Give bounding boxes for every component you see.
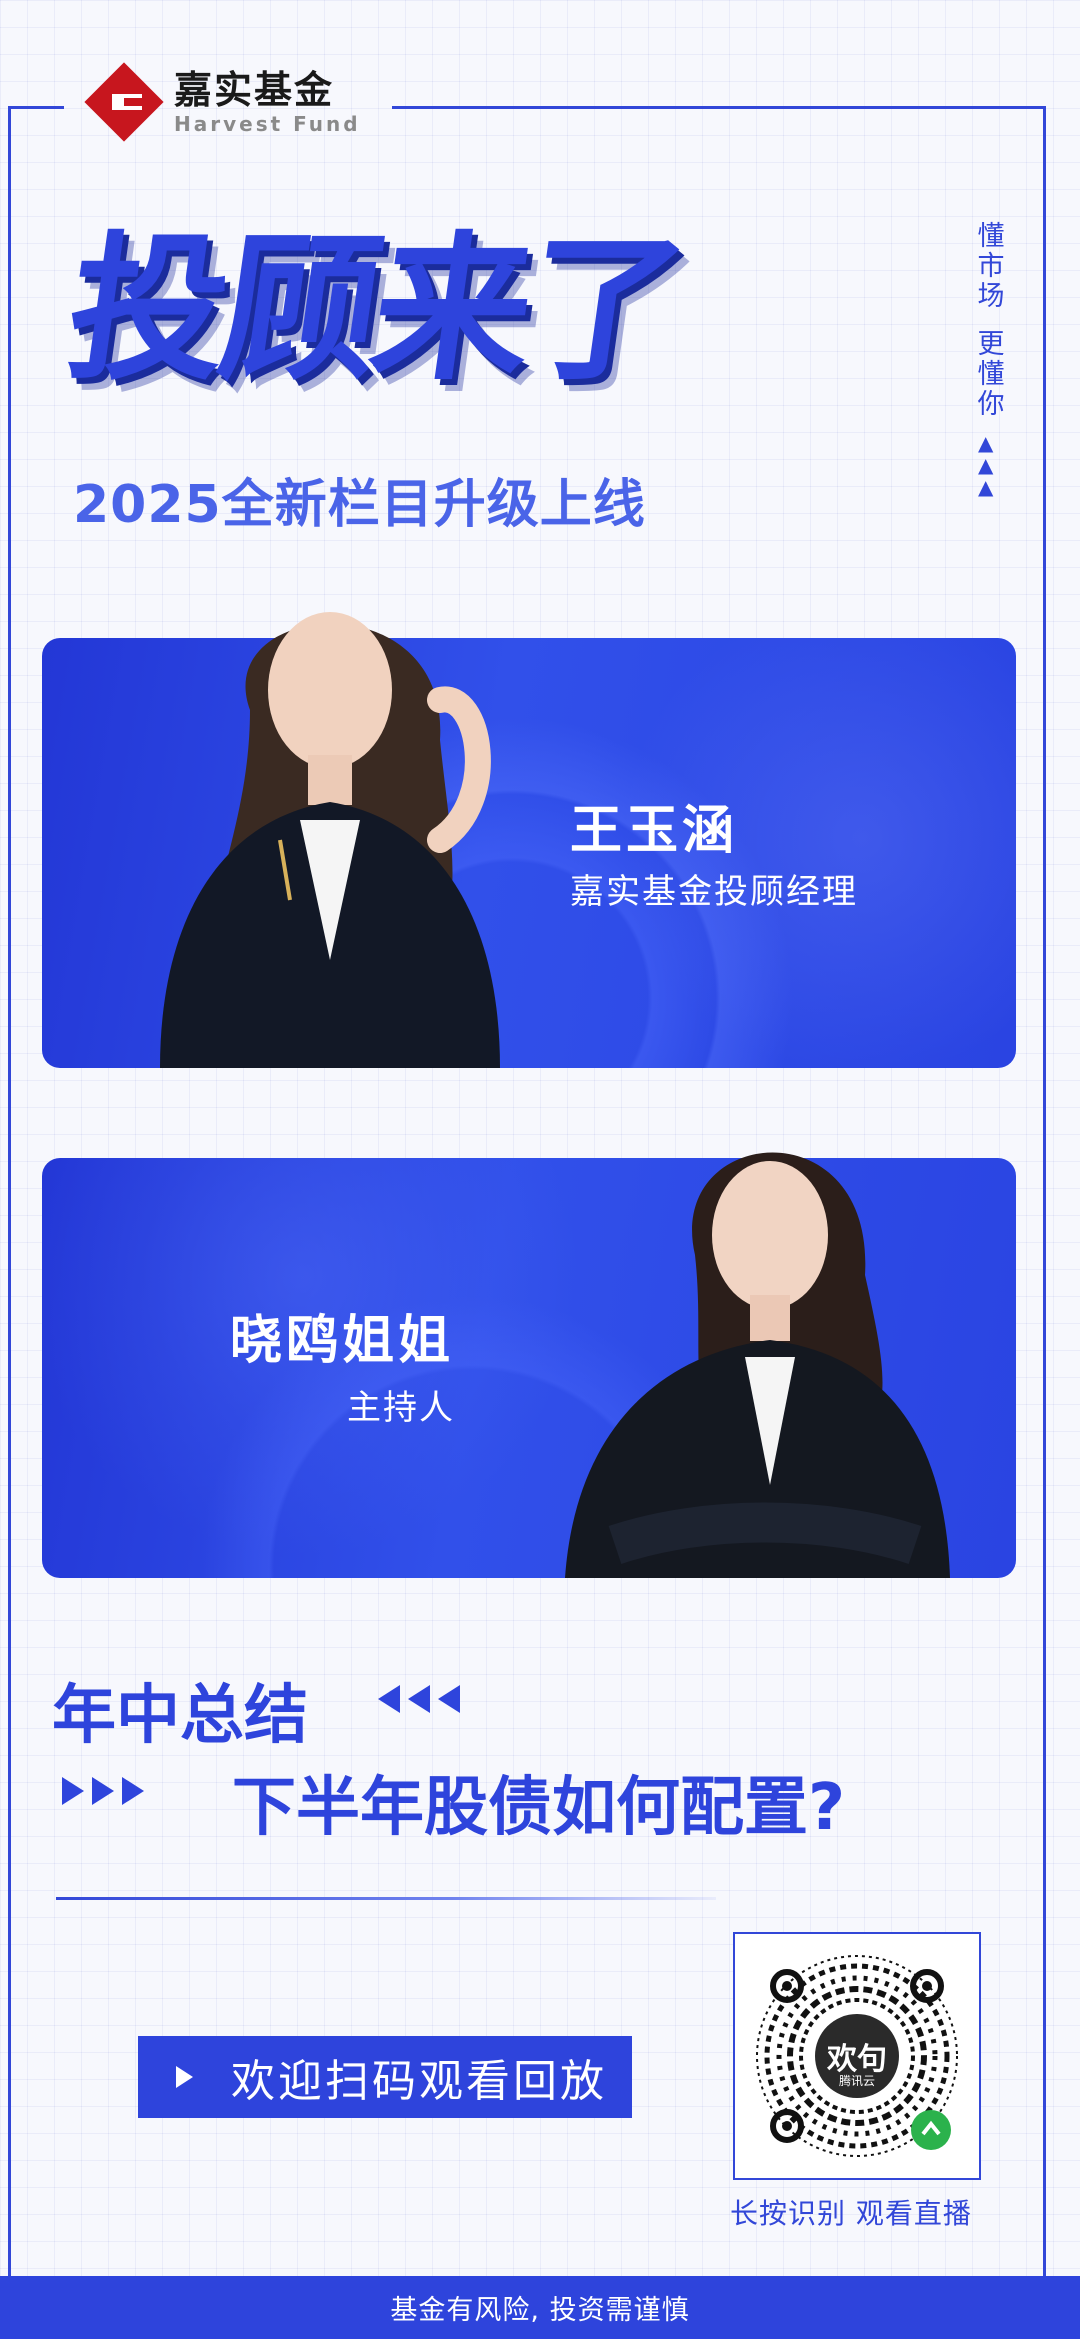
mini-program-qr-code[interactable]: 欢句 腾讯云 <box>733 1932 981 2180</box>
host-role: 主持人 <box>347 1388 455 1428</box>
hero-title: 投顾来了 <box>57 218 691 402</box>
side-slogan: 懂 市 场 更 懂 你 <box>973 222 1009 420</box>
qr-caption: 长按识别 观看直播 <box>730 2197 972 2230</box>
harvest-logo-icon <box>84 62 164 142</box>
hero-subtitle: 2025全新栏目升级上线 <box>73 475 646 535</box>
risk-disclaimer: 基金有风险, 投资需谨慎 <box>390 2295 690 2326</box>
slogan-char: 场 <box>977 281 1005 312</box>
slogan-char: 懂 <box>977 221 1005 252</box>
cta-label: 欢迎扫码观看回放 <box>231 2056 607 2107</box>
risk-disclaimer-bar: 基金有风险, 投资需谨慎 <box>0 2276 1080 2339</box>
topic-summary: 年中总结 <box>52 1679 308 1753</box>
host-name: 晓鸥姐姐 <box>230 1311 455 1371</box>
brand-name-cn: 嘉实基金 <box>174 68 335 112</box>
frame-line <box>8 106 64 109</box>
guest-role: 嘉实基金投顾经理 <box>570 872 858 912</box>
frame-line <box>1043 106 1046 2276</box>
qr-center-sub: 腾讯云 <box>838 2074 875 2088</box>
slogan-char: 更 <box>977 329 1005 360</box>
frame-line <box>8 106 11 2276</box>
play-icon <box>176 2066 193 2088</box>
topic-allocation: 下半年股债如何配置? <box>232 1771 846 1845</box>
guest-portrait <box>160 612 500 1068</box>
brand-name-en: Harvest Fund <box>174 112 361 136</box>
slogan-char: 你 <box>977 389 1005 420</box>
slogan-char: 懂 <box>977 359 1005 390</box>
host-portrait <box>565 1152 950 1578</box>
brand-logo: 嘉实基金 Harvest Fund <box>84 62 361 142</box>
guest-name: 王玉涵 <box>570 801 739 861</box>
frame-line <box>392 106 1046 109</box>
triangle-right-icon <box>62 1777 144 1805</box>
triangle-up-icon: ▲ ▲ ▲ <box>978 431 994 499</box>
slogan-char: 市 <box>977 251 1005 282</box>
section-divider <box>56 1897 716 1900</box>
watch-replay-button[interactable]: 欢迎扫码观看回放 <box>138 2036 632 2118</box>
triangle-left-icon <box>378 1685 460 1713</box>
